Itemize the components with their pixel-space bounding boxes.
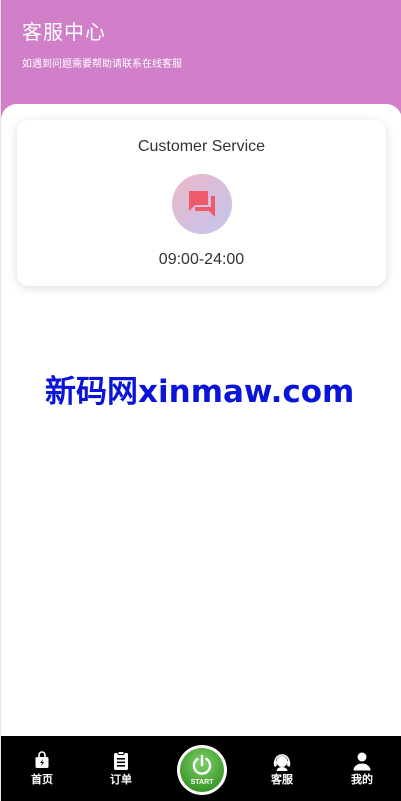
power-icon — [192, 754, 212, 775]
tab-label: 我的 — [351, 773, 373, 786]
chat-bubbles-icon — [189, 191, 215, 217]
tab-label: 首页 — [31, 773, 53, 786]
start-label: START — [190, 779, 214, 786]
watermark-text: 新码网xinmaw.com — [45, 374, 355, 410]
customer-service-card[interactable]: Customer Service 09:00-24:00 — [17, 120, 386, 286]
card-title: Customer Service — [137, 138, 266, 155]
start-button[interactable]: START — [177, 745, 227, 795]
tab-home[interactable]: 首页 — [12, 736, 72, 801]
user-icon — [353, 752, 371, 771]
customer-service-page: 客服中心 如遇到问题需要帮助请联系在线客服 Customer Service 0… — [0, 0, 401, 801]
clipboard-icon — [114, 751, 128, 770]
page-title: 客服中心 — [22, 20, 106, 44]
start-button-inner: START — [180, 748, 224, 792]
chat-button[interactable] — [172, 174, 232, 234]
tab-label: 订单 — [110, 773, 132, 786]
tab-customer-service[interactable]: 客服 — [252, 736, 312, 801]
shopping-bag-icon — [35, 751, 49, 768]
service-hours: 09:00-24:00 — [158, 251, 245, 268]
tab-orders[interactable]: 订单 — [91, 736, 151, 801]
headset-icon — [273, 754, 291, 771]
tab-label: 客服 — [271, 773, 293, 786]
tab-profile[interactable]: 我的 — [332, 736, 392, 801]
main-content: Customer Service 09:00-24:00 新码网xinmaw.c… — [1, 104, 401, 744]
page-subtitle: 如遇到问题需要帮助请联系在线客服 — [22, 59, 182, 70]
